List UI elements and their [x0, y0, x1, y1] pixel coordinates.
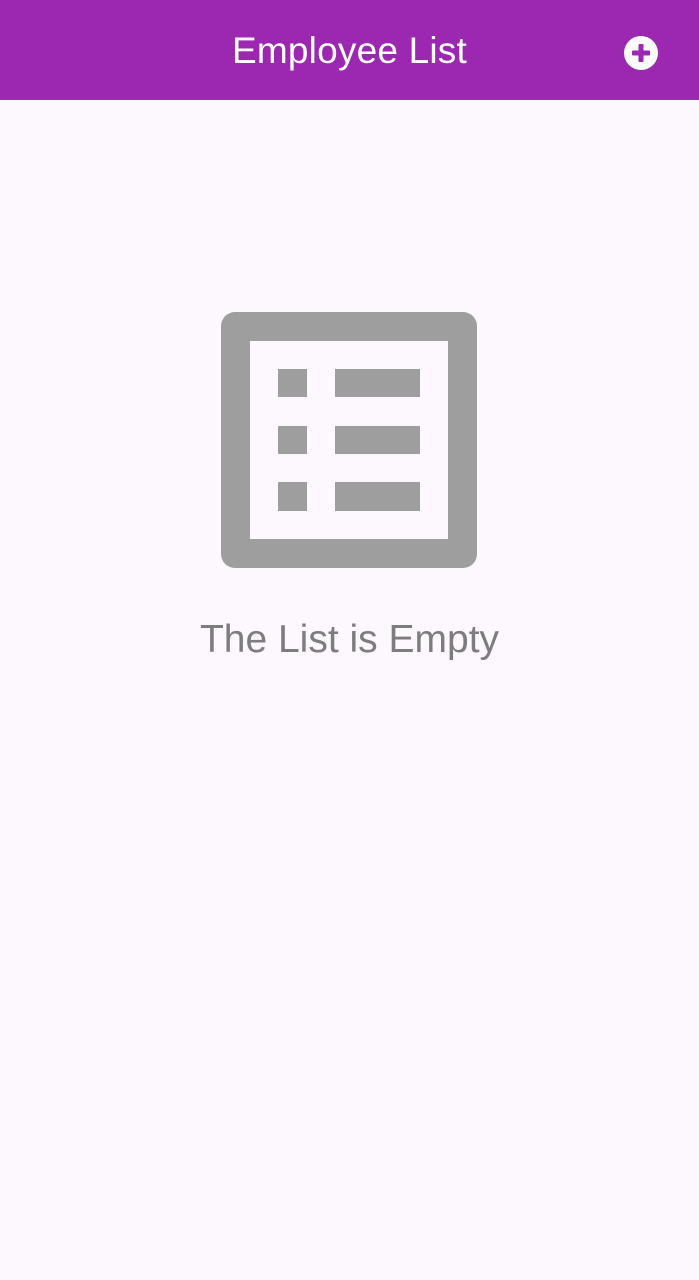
add-circle-icon: [624, 36, 658, 70]
page-title: Employee List: [232, 30, 467, 71]
add-employee-button[interactable]: [621, 33, 661, 73]
list-alt-icon: [221, 312, 477, 568]
app-bar: Employee List: [0, 0, 699, 100]
empty-list-message: The List is Empty: [199, 618, 500, 661]
employee-list-area: The List is Empty: [0, 100, 699, 1280]
